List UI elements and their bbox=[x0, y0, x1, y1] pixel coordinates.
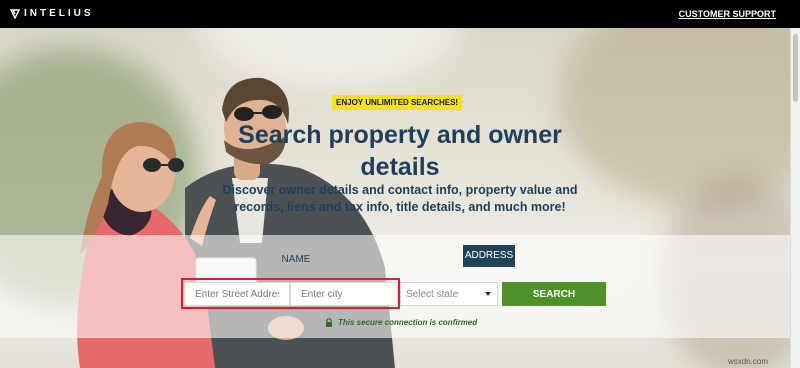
tab-name[interactable]: NAME bbox=[270, 249, 322, 271]
hero-subtext: Discover owner details and contact info,… bbox=[222, 183, 578, 214]
watermark: wsxdn.com bbox=[727, 357, 768, 366]
scrollbar-thumb[interactable] bbox=[793, 34, 798, 102]
city-input[interactable] bbox=[290, 282, 398, 306]
hero-section: ENJOY UNLIMITED SEARCHES! Search propert… bbox=[0, 28, 790, 368]
top-bar: INTELIUS CUSTOMER SUPPORT bbox=[0, 0, 800, 28]
secure-connection-note: This secure connection is confirmed bbox=[325, 318, 477, 327]
logo-mark-icon bbox=[10, 8, 20, 19]
state-select-value: Select state bbox=[406, 289, 459, 300]
scrollbar[interactable] bbox=[790, 28, 800, 368]
brand-name: INTELIUS bbox=[24, 8, 94, 19]
search-panel: NAME ADDRESS Select state SEARCH This se… bbox=[0, 235, 790, 338]
unlimited-searches-badge: ENJOY UNLIMITED SEARCHES! bbox=[332, 95, 463, 110]
state-select[interactable]: Select state bbox=[400, 282, 498, 306]
search-button[interactable]: SEARCH bbox=[502, 282, 606, 306]
chevron-down-icon bbox=[485, 292, 491, 296]
street-address-input[interactable] bbox=[184, 282, 290, 306]
tab-address[interactable]: ADDRESS bbox=[463, 245, 515, 267]
lock-icon bbox=[326, 318, 332, 327]
secure-connection-text: This secure connection is confirmed bbox=[338, 318, 478, 327]
page-headline: Search property and owner details bbox=[238, 121, 562, 181]
intelius-logo[interactable]: INTELIUS bbox=[10, 8, 94, 19]
customer-support-link[interactable]: CUSTOMER SUPPORT bbox=[679, 9, 776, 19]
